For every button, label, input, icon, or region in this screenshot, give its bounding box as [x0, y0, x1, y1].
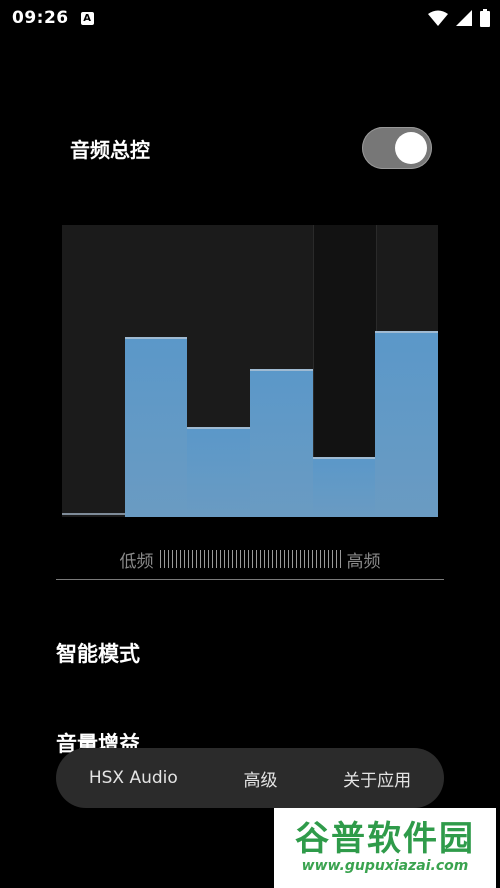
master-audio-row: 音频总控	[56, 124, 432, 172]
frequency-tick	[311, 550, 313, 568]
frequency-tick	[251, 550, 253, 568]
eq-band[interactable]	[187, 225, 250, 517]
eq-band-fill	[187, 427, 250, 517]
nav-item-about[interactable]: 关于应用	[343, 766, 411, 791]
frequency-tick	[215, 550, 217, 568]
eq-band[interactable]	[124, 225, 188, 517]
frequency-tick	[219, 550, 221, 568]
divider	[56, 579, 444, 580]
frequency-ticks	[159, 550, 341, 568]
frequency-tick	[287, 550, 289, 568]
frequency-tick	[331, 550, 333, 568]
watermark-url: www.gupuxiazai.com	[301, 858, 469, 874]
frequency-tick	[271, 550, 273, 568]
watermark: 谷普软件园 www.gupuxiazai.com	[274, 808, 496, 888]
battery-icon	[480, 9, 490, 27]
frequency-tick	[315, 550, 317, 568]
eq-band[interactable]	[375, 225, 438, 517]
frequency-tick	[199, 550, 201, 568]
frequency-tick	[247, 550, 249, 568]
frequency-tick	[171, 550, 173, 568]
frequency-tick	[303, 550, 305, 568]
nav-item-hsx-audio[interactable]: HSX Audio	[89, 768, 178, 788]
frequency-tick	[223, 550, 225, 568]
menu-item-smart-mode[interactable]: 智能模式	[56, 638, 140, 668]
low-frequency-label: 低频	[119, 551, 154, 572]
cellular-signal-icon	[456, 10, 472, 26]
eq-band-fill	[124, 336, 188, 517]
frequency-tick	[187, 550, 189, 568]
frequency-tick	[235, 550, 237, 568]
frequency-tick	[323, 550, 325, 568]
frequency-tick	[259, 550, 261, 568]
frequency-tick	[335, 550, 337, 568]
frequency-tick	[231, 550, 233, 568]
frequency-tick	[239, 550, 241, 568]
high-frequency-label: 高频	[346, 551, 381, 572]
frequency-tick	[191, 550, 193, 568]
frequency-tick	[195, 550, 197, 568]
equalizer-graph[interactable]	[62, 225, 438, 517]
frequency-tick	[203, 550, 205, 568]
status-time: 09:26	[12, 8, 69, 28]
wifi-icon	[428, 10, 448, 26]
frequency-tick	[291, 550, 293, 568]
eq-band[interactable]	[250, 225, 313, 517]
frequency-tick	[255, 550, 257, 568]
notification-a-icon: A	[80, 11, 94, 25]
frequency-tick	[279, 550, 281, 568]
frequency-tick	[327, 550, 329, 568]
master-audio-toggle[interactable]	[362, 127, 432, 169]
frequency-tick	[227, 550, 229, 568]
frequency-tick	[283, 550, 285, 568]
frequency-tick	[167, 550, 169, 568]
eq-band[interactable]	[312, 225, 376, 517]
frequency-tick	[159, 550, 161, 568]
eq-band-fill	[375, 331, 438, 517]
frequency-tick	[267, 550, 269, 568]
frequency-tick	[179, 550, 181, 568]
frequency-tick	[319, 550, 321, 568]
frequency-tick	[307, 550, 309, 568]
frequency-tick	[207, 550, 209, 568]
frequency-tick	[295, 550, 297, 568]
frequency-tick	[275, 550, 277, 568]
eq-band-fill	[312, 456, 376, 517]
eq-band-fill	[250, 369, 313, 517]
frequency-tick	[299, 550, 301, 568]
frequency-axis: 低频 高频	[56, 545, 444, 573]
frequency-tick	[211, 550, 213, 568]
frequency-tick	[175, 550, 177, 568]
watermark-title: 谷普软件园	[295, 819, 475, 859]
toggle-knob	[395, 132, 427, 164]
eq-band-fill	[62, 513, 125, 517]
frequency-tick	[163, 550, 165, 568]
status-bar: 09:26 A	[0, 0, 500, 36]
frequency-tick	[243, 550, 245, 568]
master-audio-label: 音频总控	[70, 137, 150, 162]
frequency-tick	[263, 550, 265, 568]
frequency-tick	[183, 550, 185, 568]
nav-item-advanced[interactable]: 高级	[243, 766, 277, 791]
bottom-navigation: HSX Audio 高级 关于应用	[56, 748, 444, 808]
frequency-tick	[339, 550, 341, 568]
eq-band[interactable]	[62, 225, 125, 517]
